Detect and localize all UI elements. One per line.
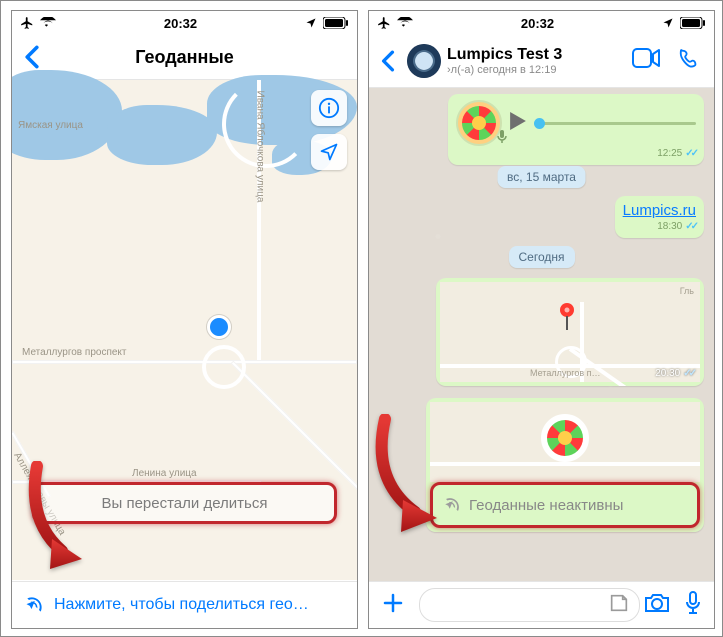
airplane-mode-icon bbox=[377, 16, 391, 30]
live-location-status: Геоданные неактивны bbox=[469, 497, 623, 514]
road-label: Металлургов проспект bbox=[22, 347, 126, 358]
location-arrow-icon bbox=[319, 142, 339, 162]
map-mini-label: Гль bbox=[680, 286, 694, 296]
live-location-avatar bbox=[541, 414, 589, 462]
road-label: Ленина улица bbox=[132, 468, 197, 479]
message-input[interactable] bbox=[419, 588, 640, 622]
status-time: 20:32 bbox=[164, 16, 197, 31]
battery-icon bbox=[680, 17, 706, 29]
map-info-button[interactable] bbox=[311, 90, 347, 126]
date-pill: Сегодня bbox=[509, 246, 575, 268]
camera-button[interactable] bbox=[644, 592, 670, 619]
wifi-icon bbox=[40, 17, 56, 29]
link-message[interactable]: Lumpics.ru 18:30✓✓ bbox=[615, 196, 704, 238]
mic-icon bbox=[496, 130, 508, 144]
location-arrow-icon bbox=[662, 17, 674, 29]
live-location-inactive-bar: Геоданные неактивны bbox=[430, 482, 700, 528]
status-bar: 20:32 bbox=[369, 11, 714, 35]
share-location-cta[interactable]: Нажмите, чтобы поделиться гео… bbox=[12, 581, 357, 628]
chat-body[interactable]: 12:25✓✓ вс, 15 марта Lumpics.ru 18:30✓✓ … bbox=[369, 88, 714, 583]
plus-icon bbox=[381, 591, 405, 615]
video-call-button[interactable] bbox=[632, 48, 660, 75]
voice-scrubber[interactable] bbox=[534, 122, 696, 125]
play-icon bbox=[510, 112, 526, 130]
chat-name: Lumpics Test 3 bbox=[447, 46, 562, 64]
link-text: Lumpics.ru bbox=[623, 202, 696, 219]
live-location-icon bbox=[24, 595, 44, 615]
read-ticks-icon: ✓✓ bbox=[685, 148, 696, 159]
sticker-icon bbox=[608, 592, 630, 614]
voice-call-button[interactable] bbox=[678, 48, 700, 75]
msg-time: 20:30 bbox=[655, 368, 680, 379]
voice-message[interactable]: 12:25✓✓ bbox=[448, 94, 704, 165]
sticker-button[interactable] bbox=[608, 592, 630, 619]
status-bar: 20:32 bbox=[12, 11, 357, 35]
location-arrow-icon bbox=[305, 17, 317, 29]
phone-screen-location: 20:32 Геоданные bbox=[11, 10, 358, 629]
stopped-sharing-toast: Вы перестали делиться bbox=[32, 482, 337, 524]
voice-time: 12:25 bbox=[657, 148, 682, 159]
voice-avatar bbox=[456, 100, 502, 146]
live-location-icon bbox=[443, 496, 461, 514]
phone-screen-chat: 20:32 Lumpics Test 3 ›л(-а) сегодня в 12… bbox=[368, 10, 715, 629]
read-ticks-icon: ✓✓ bbox=[683, 368, 694, 379]
chat-substatus: ›л(-а) сегодня в 12:19 bbox=[447, 64, 562, 76]
info-icon bbox=[318, 97, 340, 119]
back-button[interactable] bbox=[375, 50, 401, 72]
page-title: Геоданные bbox=[12, 47, 357, 68]
back-button[interactable] bbox=[12, 45, 52, 69]
location-thumbnail: Гль Металлургов п… 20:30✓✓ bbox=[440, 282, 700, 382]
road-label: Ивана Яблочкова улица bbox=[255, 91, 266, 203]
mic-icon bbox=[684, 591, 702, 615]
chevron-left-icon bbox=[381, 50, 395, 72]
live-location-thumbnail bbox=[430, 402, 700, 482]
location-message[interactable]: Гль Металлургов п… 20:30✓✓ bbox=[436, 278, 704, 386]
status-time: 20:32 bbox=[521, 16, 554, 31]
airplane-mode-icon bbox=[20, 16, 34, 30]
wifi-icon bbox=[397, 17, 413, 29]
video-icon bbox=[632, 48, 660, 68]
live-location-message[interactable]: Геоданные неактивны bbox=[426, 398, 704, 532]
phone-icon bbox=[678, 48, 700, 70]
play-button[interactable] bbox=[510, 112, 526, 135]
chat-title-block[interactable]: Lumpics Test 3 ›л(-а) сегодня в 12:19 bbox=[447, 46, 562, 76]
user-location-dot bbox=[207, 315, 231, 339]
attach-button[interactable] bbox=[381, 591, 405, 620]
map-view[interactable]: Ивана Яблочкова улица Ямская улица Аллея… bbox=[12, 80, 357, 580]
battery-icon bbox=[323, 17, 349, 29]
camera-icon bbox=[644, 592, 670, 614]
chat-input-bar bbox=[369, 581, 714, 628]
read-ticks-icon: ✓✓ bbox=[685, 221, 696, 232]
map-mini-label: Металлургов п… bbox=[530, 368, 600, 378]
recenter-button[interactable] bbox=[311, 134, 347, 170]
msg-time: 18:30 bbox=[657, 221, 682, 232]
avatar[interactable] bbox=[407, 44, 441, 78]
map-pin-icon bbox=[557, 302, 577, 337]
road-label: Ямская улица bbox=[18, 120, 83, 131]
chevron-left-icon bbox=[24, 45, 40, 69]
share-cta-label: Нажмите, чтобы поделиться гео… bbox=[54, 596, 309, 614]
date-pill: вс, 15 марта bbox=[497, 166, 586, 188]
chat-header: Lumpics Test 3 ›л(-а) сегодня в 12:19 bbox=[369, 35, 714, 88]
mic-button[interactable] bbox=[684, 591, 702, 620]
